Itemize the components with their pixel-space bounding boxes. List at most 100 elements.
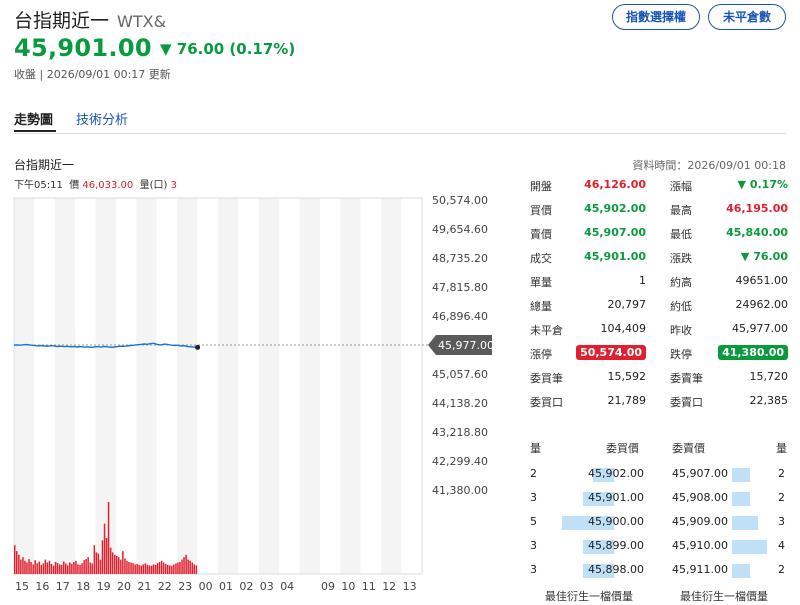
- volume-bar: [87, 557, 89, 574]
- quote-value: 50,574.00: [576, 345, 646, 360]
- open-interest-button[interactable]: 未平倉數: [708, 4, 786, 30]
- quote-value: 46,126.00: [584, 178, 646, 191]
- grid-column: [360, 198, 382, 574]
- quote-row-right-9: 委賣口 22,385: [670, 391, 788, 413]
- quote-label: 最低: [670, 228, 692, 241]
- volume-bar: [83, 560, 85, 574]
- ask-qty: 2: [778, 467, 785, 480]
- volume-bar: [22, 557, 24, 574]
- active-tab-indicator: [14, 130, 56, 132]
- quote-label: 單量: [530, 276, 552, 289]
- chart-title: 台指期近一: [14, 158, 75, 172]
- quote-value: 104,409: [600, 322, 647, 335]
- volume-bar: [179, 562, 181, 574]
- volume-bar: [34, 560, 36, 574]
- ob-header-ask-price: 委賣價: [672, 442, 705, 455]
- volume-bar: [58, 564, 61, 574]
- quote-row-right-8: 委賣筆 15,720: [670, 367, 788, 389]
- volume-bar: [116, 556, 118, 574]
- bid-qty: 3: [530, 539, 537, 552]
- x-tick-label: 10: [341, 580, 355, 593]
- y-tick-label: 48,735.20: [432, 252, 488, 265]
- quote-label: 約高: [670, 276, 692, 289]
- price-chart[interactable]: 50,574.00 49,654.60 48,735.20 47,815.80 46,8…: [0, 190, 525, 600]
- volume-bar: [24, 560, 26, 574]
- x-tick-label: 16: [35, 580, 49, 593]
- quote-label: 約低: [670, 300, 692, 313]
- grid-column: [258, 198, 280, 574]
- volume-bar: [75, 560, 77, 574]
- volume-bar: [48, 560, 51, 574]
- quote-value: 21,789: [607, 394, 647, 407]
- volume-bar: [93, 545, 96, 574]
- bid-qty: 5: [530, 515, 537, 528]
- y-tick-label: 47,815.80: [432, 281, 488, 294]
- quote-label: 跌停: [670, 348, 692, 361]
- volume-bar: [32, 564, 34, 574]
- volume-bar: [107, 502, 110, 574]
- quote-value: 45,901.00: [584, 250, 646, 263]
- y-tick-label: 41,380.00: [432, 484, 488, 497]
- ask-qty: 2: [778, 563, 785, 576]
- x-tick-label: 19: [97, 580, 111, 593]
- bid-qty: 3: [530, 563, 537, 576]
- y-tick-label: 45,057.60: [432, 368, 488, 381]
- x-tick-label: 23: [178, 580, 192, 593]
- ask-price: 45,911.00: [672, 563, 728, 576]
- quote-row-right-2: 最低 45,840.00: [670, 223, 788, 245]
- volume-bar: [183, 557, 185, 574]
- order-book-row: 3 45,901.00 45,908.00 2: [530, 487, 788, 511]
- grid-column: [299, 198, 320, 574]
- volume-bar: [89, 562, 91, 574]
- volume-bar: [124, 558, 126, 574]
- quote-value: 46,195.00: [726, 202, 788, 215]
- volume-bar: [154, 564, 157, 574]
- volume-bar: [44, 559, 47, 574]
- quote-value: 22,385: [749, 394, 789, 407]
- quote-row-right-1: 最高 46,195.00: [670, 199, 788, 221]
- x-tick-label: 09: [321, 580, 335, 593]
- volume-bar: [175, 563, 177, 574]
- quote-value: 1: [639, 274, 646, 287]
- x-tick-label: 15: [15, 580, 29, 593]
- quote-label: 漲幅: [670, 180, 692, 193]
- quote-row-left-8: 委買筆 15,592: [530, 367, 646, 389]
- volume-bar: [85, 559, 87, 574]
- bid-price: 45,901.00: [588, 491, 644, 504]
- volume-bar: [103, 523, 106, 574]
- bid-price: 45,899.00: [588, 539, 644, 552]
- quote-row-left-0: 開盤 46,126.00: [530, 175, 646, 197]
- ob-header-bid-qty: 量: [530, 442, 541, 455]
- grid-column: [14, 198, 35, 574]
- order-book-row: 2 45,902.00 45,907.00 2: [530, 463, 788, 487]
- bid-price: 45,900.00: [588, 515, 644, 528]
- volume-bar: [195, 565, 198, 574]
- quote-label: 委買口: [530, 396, 563, 409]
- quote-label: 買價: [530, 204, 552, 217]
- tab-technical-analysis[interactable]: 技術分析: [76, 109, 128, 128]
- quote-row-left-6: 未平倉 104,409: [530, 319, 646, 341]
- volume-bar: [91, 563, 93, 574]
- volume-bar: [165, 563, 167, 574]
- grid-column: [34, 198, 55, 574]
- quote-row-left-3: 成交 45,901.00: [530, 247, 646, 269]
- index-options-button[interactable]: 指數選擇權: [612, 4, 700, 30]
- ob-footer-ask: 最佳衍生一檔價量: [680, 590, 768, 603]
- volume-bar: [67, 565, 69, 574]
- quote-value: 15,592: [607, 370, 647, 383]
- ask-qty-bar: [732, 540, 767, 554]
- volume-bar: [173, 564, 175, 574]
- volume-bar: [169, 565, 171, 574]
- volume-bar: [79, 564, 81, 574]
- bid-price: 45,902.00: [588, 467, 644, 480]
- reference-price-label: 45,977.00: [438, 339, 494, 352]
- ask-qty-bar: [732, 468, 750, 482]
- price-change: ▼ 76.00 (0.17%): [160, 40, 296, 58]
- x-tick-label: 04: [280, 580, 294, 593]
- quote-row-left-5: 總量 20,797: [530, 295, 646, 317]
- x-tick-label: 03: [260, 580, 274, 593]
- ask-qty-bar: [732, 492, 750, 506]
- volume-bar: [50, 563, 53, 574]
- tab-trend-chart[interactable]: 走勢圖: [14, 109, 53, 128]
- quote-label: 未平倉: [530, 324, 563, 337]
